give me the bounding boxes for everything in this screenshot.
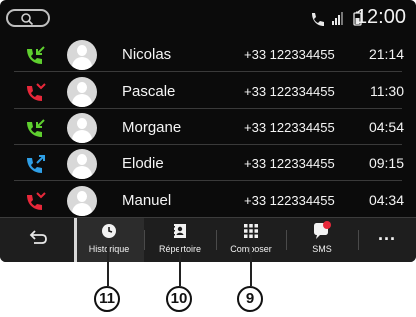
callout-historique: 11: [94, 286, 120, 312]
call-row[interactable]: Pascale +33 122334455 11:30: [0, 74, 416, 109]
row-divider: [14, 71, 402, 72]
multimedia-screen: 12:00 Nicolas +33 122334455 21:14 Pascale +3…: [0, 0, 416, 262]
avatar: [67, 77, 97, 107]
missed-call-icon: [27, 192, 46, 210]
contacts-book-icon: [173, 224, 186, 238]
sms-bubble-icon: [314, 221, 331, 239]
row-divider: [14, 108, 402, 109]
contact-name: Pascale: [122, 83, 176, 100]
tab-historique-label: Historique: [88, 244, 130, 254]
signal-icon: [332, 12, 343, 25]
call-row[interactable]: Morgane +33 122334455 04:54: [0, 110, 416, 145]
phone-number: +33 122334455: [244, 156, 335, 171]
avatar: [67, 113, 97, 143]
more-button[interactable]: ...: [358, 218, 416, 262]
call-row[interactable]: Manuel +33 122334455 04:34: [0, 183, 416, 218]
bottom-nav-bar: Historique Répertoire: [0, 217, 416, 262]
avatar: [67, 186, 97, 216]
contact-name: Nicolas: [122, 46, 172, 63]
row-divider: [14, 144, 402, 145]
phone-number: +33 122334455: [244, 120, 335, 135]
back-button[interactable]: [0, 218, 74, 262]
callout-composer: 9: [237, 286, 263, 312]
callout-repertoire: 10: [166, 286, 192, 312]
sms-notification-badge: [323, 221, 331, 229]
contact-name: Elodie: [122, 155, 164, 172]
tab-sms[interactable]: SMS: [286, 218, 358, 262]
phone-number: +33 122334455: [244, 84, 335, 99]
call-row[interactable]: Elodie +33 122334455 09:15: [0, 146, 416, 181]
outgoing-call-icon: [27, 155, 45, 173]
more-dots-icon: ...: [377, 224, 396, 244]
search-icon: [21, 13, 34, 26]
contact-name: Morgane: [122, 119, 182, 136]
contact-name: Manuel: [122, 192, 172, 209]
clock-history-icon: [102, 224, 116, 238]
phone-number: +33 122334455: [244, 193, 335, 208]
dialpad-icon: [244, 224, 258, 238]
missed-call-icon: [27, 83, 46, 101]
tab-sms-label: SMS: [312, 244, 332, 254]
clock: 12:00: [355, 6, 406, 28]
tab-historique[interactable]: Historique: [74, 218, 144, 262]
back-arrow-icon: [29, 230, 47, 244]
call-time: 11:30: [370, 83, 404, 99]
call-time: 21:14: [368, 46, 404, 62]
avatar: [67, 40, 97, 70]
call-row[interactable]: Nicolas +33 122334455 21:14: [0, 37, 416, 72]
status-bar: 12:00: [0, 0, 416, 36]
search-button[interactable]: [6, 9, 50, 27]
call-time: 04:54: [368, 119, 404, 135]
row-divider: [14, 180, 402, 181]
phone-icon: [312, 13, 324, 26]
incoming-call-icon: [27, 119, 45, 137]
avatar: [67, 149, 97, 179]
call-time: 04:34: [368, 192, 404, 208]
incoming-call-icon: [27, 46, 45, 64]
phone-number: +33 122334455: [244, 47, 335, 62]
call-time: 09:15: [368, 155, 404, 171]
